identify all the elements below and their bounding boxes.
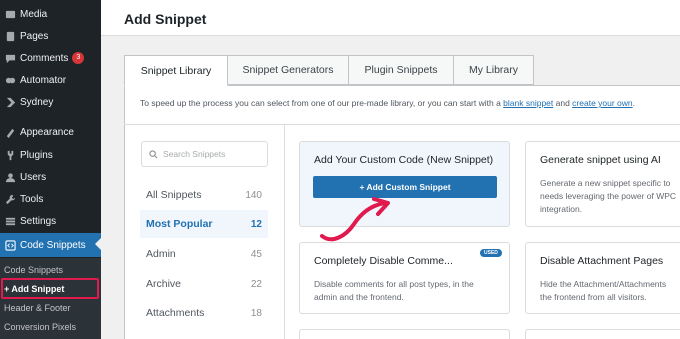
sidebar-item-label: Settings (20, 215, 57, 227)
category-attachments[interactable]: Attachments 18 (140, 299, 268, 327)
media-icon (4, 8, 16, 20)
panel-divider (124, 124, 680, 125)
code-snippets-icon (4, 239, 16, 251)
sidebar-item-label: Appearance (20, 126, 74, 138)
active-menu-arrow (95, 238, 101, 250)
intro-text-end: . (632, 98, 636, 108)
intro-text-mid: and (553, 98, 573, 108)
sidebar-item-label: Users (20, 171, 47, 183)
tools-icon (4, 193, 16, 205)
intro-text-start: To speed up the process you can select f… (140, 98, 504, 108)
card-description: the frontend from all visitors. (540, 292, 647, 302)
sidebar-item-label: Tools (20, 193, 44, 205)
category-count: 18 (250, 307, 262, 319)
disable-comments-card[interactable]: Completely Disable Comme... USED Disable… (299, 242, 510, 314)
intro-text: To speed up the process you can select f… (140, 98, 635, 108)
sidebar-item-label: Comments (20, 52, 69, 64)
card-title: Completely Disable Comme... (314, 255, 453, 267)
search-icon (149, 149, 158, 158)
category-name: Attachments (146, 307, 205, 319)
card-title: Generate snippet using AI (540, 154, 661, 166)
category-name: All Snippets (146, 189, 202, 201)
add-snippet-highlight-box (1, 278, 99, 299)
appearance-icon (4, 126, 16, 138)
sidebar-item-label: Code Snippets (20, 239, 86, 251)
search-snippets-field[interactable] (141, 141, 268, 167)
category-count: 12 (250, 218, 262, 230)
column-divider (284, 125, 285, 339)
category-count: 22 (250, 278, 262, 290)
sidebar-item-label: Pages (20, 30, 49, 42)
pages-icon (4, 30, 16, 42)
card-description: integration. (540, 204, 583, 214)
users-icon (4, 171, 16, 183)
snippet-card-partial[interactable] (525, 329, 680, 339)
sidebar-item-automator[interactable]: Automator (0, 69, 101, 91)
sidebar-item-sydney[interactable]: Sydney (0, 91, 101, 113)
used-badge: USED (480, 249, 502, 257)
card-title: Disable Attachment Pages (540, 255, 664, 267)
card-description: Disable comments for all post types, in … (314, 279, 474, 289)
sidebar-item-media[interactable]: Media (0, 3, 101, 25)
sidebar-item-plugins[interactable]: Plugins (0, 144, 101, 166)
sidebar-item-tools[interactable]: Tools (0, 188, 101, 210)
category-name: Admin (146, 248, 176, 260)
settings-icon (4, 215, 16, 227)
snippet-card-partial[interactable] (299, 329, 510, 339)
card-description: needs leveraging the power of WPC (540, 191, 677, 201)
sidebar-item-appearance[interactable]: Appearance (0, 121, 101, 143)
page-title: Add Snippet (124, 11, 207, 27)
page-header: Add Snippet (101, 0, 680, 36)
sydney-icon (4, 96, 16, 108)
category-name: Archive (146, 278, 182, 290)
add-custom-snippet-button[interactable]: + Add Custom Snippet (313, 176, 497, 198)
admin-sidebar: Media Pages Comments 3 Automator Sydney … (0, 0, 101, 339)
sidebar-item-pages[interactable]: Pages (0, 25, 101, 47)
disable-attachment-pages-card[interactable]: Disable Attachment Pages Hide the Attach… (525, 242, 680, 314)
sidebar-item-label: Sydney (20, 96, 54, 108)
sidebar-item-users[interactable]: Users (0, 166, 101, 188)
plugins-icon (4, 149, 16, 161)
submenu-code-snippets[interactable]: Code Snippets (4, 265, 63, 275)
search-input[interactable] (163, 149, 263, 159)
sidebar-item-label: Plugins (20, 149, 53, 161)
submenu-conversion-pixels[interactable]: Conversion Pixels (4, 322, 76, 332)
automator-icon (4, 74, 16, 86)
sidebar-item-label: Media (20, 8, 48, 20)
card-description: Generate a new snippet specific to (540, 178, 671, 188)
sidebar-item-label: Automator (20, 74, 67, 86)
category-admin[interactable]: Admin 45 (140, 240, 268, 268)
sidebar-item-code-snippets[interactable]: Code Snippets (0, 233, 101, 257)
tab-plugin-snippets[interactable]: Plugin Snippets (348, 55, 454, 85)
category-most-popular[interactable]: Most Popular 12 (140, 210, 268, 238)
category-count: 45 (250, 248, 262, 260)
create-your-own-link[interactable]: create your own (572, 98, 632, 108)
card-title: Add Your Custom Code (New Snippet) (314, 154, 494, 166)
category-all-snippets[interactable]: All Snippets 140 (140, 181, 268, 209)
category-archive[interactable]: Archive 22 (140, 270, 268, 298)
submenu-header-footer[interactable]: Header & Footer (4, 303, 71, 313)
tab-snippet-generators[interactable]: Snippet Generators (227, 55, 349, 85)
tab-snippet-library-front[interactable]: Snippet Library (124, 55, 228, 86)
blank-snippet-link[interactable]: blank snippet (503, 98, 553, 108)
category-count: 140 (245, 189, 262, 201)
tab-my-library[interactable]: My Library (453, 55, 534, 85)
custom-snippet-card: Add Your Custom Code (New Snippet) + Add… (299, 141, 510, 227)
ai-snippet-card[interactable]: Generate snippet using AI Generate a new… (525, 141, 680, 227)
card-description: admin and the frontend. (314, 292, 404, 302)
sidebar-item-settings[interactable]: Settings (0, 210, 101, 232)
card-description: Hide the Attachment/Attachments (540, 279, 667, 289)
sidebar-item-comments[interactable]: Comments 3 (0, 47, 101, 69)
comments-icon (4, 52, 16, 64)
category-name: Most Popular (146, 218, 213, 230)
comments-count-badge: 3 (72, 52, 85, 64)
